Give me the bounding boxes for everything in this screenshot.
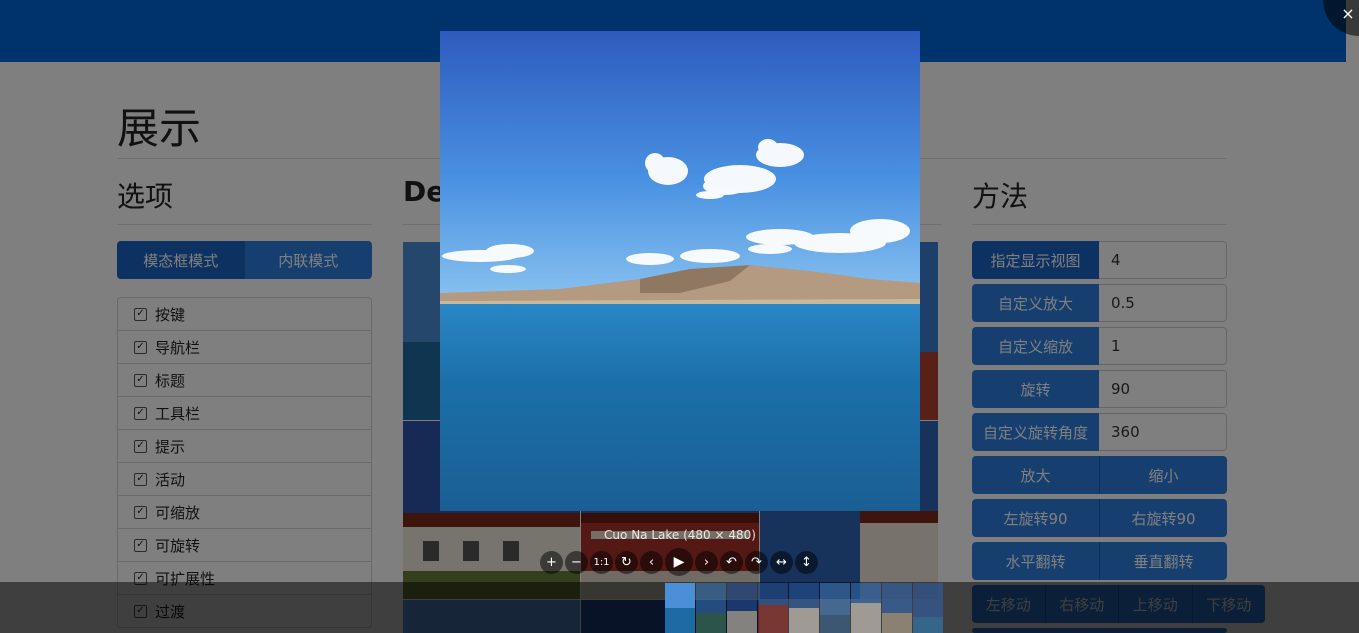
viewer-title: Cuo Na Lake (480 × 480): [604, 528, 756, 542]
thumbnail-3[interactable]: [727, 583, 757, 633]
play-icon[interactable]: ▶: [665, 548, 693, 576]
thumbnail-5[interactable]: [789, 583, 819, 633]
thumbnail-image: [665, 583, 695, 633]
thumbnail-7[interactable]: [851, 583, 881, 633]
viewer-image[interactable]: [440, 31, 920, 511]
thumbnail-image: [882, 583, 912, 633]
close-icon[interactable]: ×: [1340, 4, 1356, 24]
zoom-out-icon[interactable]: −: [565, 550, 588, 574]
cuo-na-lake-image: [440, 31, 920, 511]
thumbnail-image: [851, 583, 881, 633]
thumbnail-image: [789, 583, 819, 633]
thumbnail-8[interactable]: [882, 583, 912, 633]
prev-icon[interactable]: ‹: [640, 550, 663, 574]
rotate-left-icon[interactable]: ↶: [720, 550, 743, 574]
viewer-toolbar: + − 1:1 ↻ ‹ ▶ › ↶ ↷ ↔ ↕: [540, 548, 820, 576]
thumbnail-2[interactable]: [696, 583, 726, 633]
thumbnail-1[interactable]: [665, 583, 695, 633]
thumbnail-image: [758, 583, 788, 633]
next-icon[interactable]: ›: [695, 550, 718, 574]
one-to-one-icon[interactable]: 1:1: [590, 550, 613, 574]
thumbnail-strip: [665, 583, 944, 633]
flip-horizontal-icon[interactable]: ↔: [770, 550, 793, 574]
thumbnail-image: [913, 583, 943, 633]
thumbnail-9[interactable]: [913, 583, 943, 633]
flip-vertical-icon[interactable]: ↕: [795, 550, 818, 574]
thumbnail-image: [820, 583, 850, 633]
thumbnail-4[interactable]: [758, 583, 788, 633]
zoom-in-icon[interactable]: +: [540, 550, 563, 574]
thumbnail-6[interactable]: [820, 583, 850, 633]
reset-icon[interactable]: ↻: [615, 550, 638, 574]
thumbnail-image: [727, 583, 757, 633]
thumbnail-image: [696, 583, 726, 633]
rotate-right-icon[interactable]: ↷: [745, 550, 768, 574]
